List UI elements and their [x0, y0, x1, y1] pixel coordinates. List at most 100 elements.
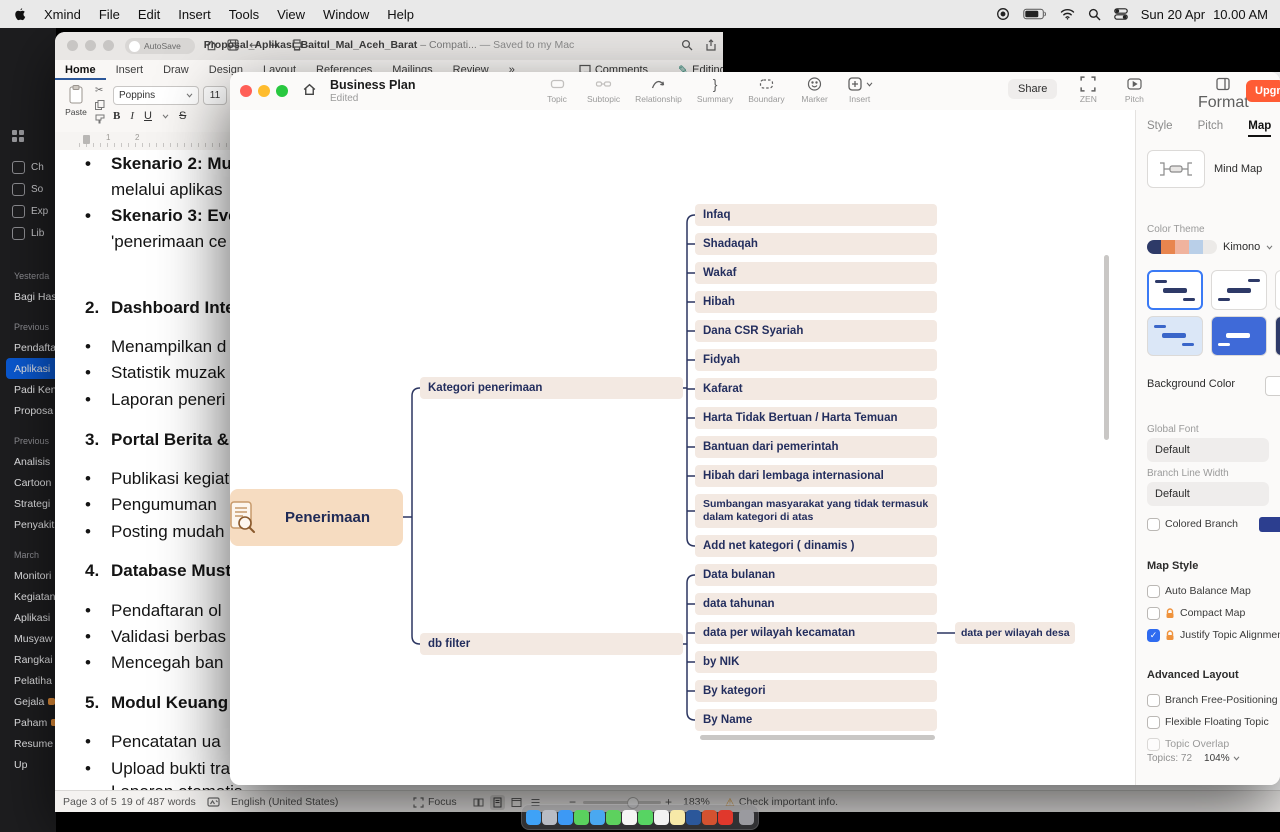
sidebar-nav-item[interactable]: Lib [0, 222, 56, 244]
theme-thumbnail[interactable] [1211, 316, 1267, 356]
home-icon[interactable] [302, 82, 317, 97]
menu-item[interactable]: View [277, 7, 305, 22]
ribbon-tab[interactable]: Home [55, 60, 106, 80]
theme-thumbnail[interactable] [1275, 316, 1280, 356]
language-indicator[interactable]: English (United States) [231, 791, 338, 812]
theme-thumbnail[interactable] [1147, 316, 1203, 356]
recent-file-item[interactable]: Resume [0, 733, 56, 754]
checkbox[interactable]: ✓ [1147, 694, 1160, 707]
dock-app-icon[interactable] [638, 810, 653, 825]
theme-thumbnail[interactable] [1147, 270, 1203, 310]
recent-file-item[interactable]: Cartoon [0, 472, 56, 493]
screen-record-indicator-icon[interactable] [996, 7, 1010, 21]
copy-icon[interactable] [95, 100, 105, 110]
battery-icon[interactable] [1023, 8, 1047, 20]
insert-tool[interactable]: Insert [845, 76, 875, 104]
recent-file-item[interactable]: Penyakit [0, 514, 56, 535]
child-topic[interactable]: By Name [695, 709, 937, 731]
panel-checkbox-row[interactable]: ✓ Compact Map [1147, 602, 1280, 624]
checkbox[interactable]: ✓ [1147, 518, 1160, 531]
recent-file-item[interactable]: Pelatiha [0, 670, 56, 691]
paste-button[interactable]: Paste [61, 85, 91, 127]
recent-file-item[interactable]: Aplikasi [0, 607, 56, 628]
dock-app-icon[interactable] [526, 810, 541, 825]
child-topic[interactable]: Sumbangan masyarakat yang tidak termasuk… [695, 494, 937, 528]
recent-file-item[interactable]: Gejala [0, 691, 56, 712]
bold-button[interactable]: B [113, 110, 120, 122]
zen-mode-button[interactable]: ZEN [1073, 76, 1103, 104]
summary-tool[interactable]: } Summary [697, 76, 733, 104]
dock-app-icon[interactable] [654, 810, 669, 825]
dock-app-icon[interactable] [718, 810, 733, 825]
mindmap-canvas[interactable]: Penerimaan Kategori penerimaan db filter… [230, 110, 1135, 785]
minimize-button[interactable] [258, 85, 270, 97]
dock-app-icon[interactable] [558, 810, 573, 825]
panel-checkbox-row[interactable]: ✓ Flexible Floating Topic [1147, 711, 1278, 733]
child-topic[interactable]: Hibah dari lembaga internasional [695, 465, 937, 487]
view-print-layout-icon[interactable] [490, 795, 505, 810]
dock-app-icon[interactable] [686, 810, 701, 825]
map-title-block[interactable]: Business Plan Edited [330, 78, 415, 104]
vertical-scrollbar[interactable] [1104, 255, 1109, 440]
share-doc-icon[interactable] [705, 39, 717, 51]
recent-file-item[interactable]: Proposa [0, 400, 56, 421]
background-color-row[interactable]: Background Color [1147, 378, 1280, 390]
checkbox[interactable]: ✓ [1147, 629, 1160, 642]
format-painter-icon[interactable] [95, 114, 105, 124]
page-indicator[interactable]: Page 3 of 5 [63, 791, 117, 812]
close-button[interactable] [240, 85, 252, 97]
child-topic[interactable]: By kategori [695, 680, 937, 702]
menu-item[interactable]: Insert [178, 7, 211, 22]
horizontal-scrollbar[interactable] [700, 735, 935, 740]
grandchild-topic[interactable]: data per wilayah desa [955, 622, 1075, 644]
ribbon-tab[interactable]: Draw [153, 60, 199, 80]
italic-button[interactable]: I [130, 110, 134, 122]
checkbox[interactable]: ✓ [1147, 607, 1160, 620]
checkbox[interactable]: ✓ [1147, 585, 1160, 598]
recent-file-item[interactable]: Bagi Has [0, 286, 56, 307]
recent-file-item[interactable]: Paham [0, 712, 56, 733]
boundary-tool[interactable]: Boundary [748, 76, 784, 104]
menu-item[interactable]: Tools [229, 7, 259, 22]
recent-file-item[interactable]: Strategi [0, 493, 56, 514]
dock-app-icon[interactable] [739, 810, 754, 825]
dock-app-icon[interactable] [622, 810, 637, 825]
colored-branch-row[interactable]: ✓ Colored Branch [1147, 513, 1280, 535]
root-topic[interactable]: Penerimaan [230, 489, 403, 546]
recent-file-item[interactable]: Padi Ken [0, 379, 56, 400]
recent-file-item[interactable]: Yesterda [0, 266, 56, 286]
recent-file-item[interactable]: Previous [0, 431, 56, 451]
sidebar-nav-item[interactable]: Ch [0, 156, 56, 178]
recent-file-item[interactable]: Aplikasi [6, 358, 56, 379]
word-count[interactable]: 19 of 487 words [121, 791, 196, 812]
ribbon-tab[interactable]: Insert [106, 60, 154, 80]
dock-app-icon[interactable] [606, 810, 621, 825]
panel-checkbox-row[interactable]: ✓ Auto Balance Map [1147, 580, 1280, 602]
background-color-swatch[interactable] [1265, 376, 1280, 396]
recent-file-item[interactable]: Rangkai [0, 649, 56, 670]
recent-file-item[interactable]: Monitori [0, 565, 56, 586]
grid-icon[interactable] [12, 130, 24, 142]
menu-item[interactable]: Xmind [44, 7, 81, 22]
child-topic[interactable]: by NIK [695, 651, 937, 673]
checkbox[interactable]: ✓ [1147, 738, 1160, 751]
panel-checkbox-row[interactable]: ✓ Justify Topic Alignment [1147, 624, 1280, 646]
child-topic[interactable]: Data bulanan [695, 564, 937, 586]
child-topic[interactable]: Dana CSR Syariah [695, 320, 937, 342]
zoom-button[interactable] [276, 85, 288, 97]
indent-marker[interactable] [83, 135, 90, 144]
chevron-down-icon[interactable] [162, 114, 169, 119]
marker-tool[interactable]: Marker [800, 76, 830, 104]
theme-thumbnail[interactable] [1275, 270, 1280, 310]
spellcheck-icon[interactable] [207, 791, 220, 812]
dock-app-icon[interactable] [590, 810, 605, 825]
dock-app-icon[interactable] [574, 810, 589, 825]
spotlight-search-icon[interactable] [1088, 8, 1101, 21]
recent-file-item[interactable]: Musyaw [0, 628, 56, 649]
child-topic[interactable]: Infaq [695, 204, 937, 226]
dock-app-icon[interactable] [670, 810, 685, 825]
recent-file-item[interactable]: Analisis [0, 451, 56, 472]
child-topic[interactable]: data tahunan [695, 593, 937, 615]
zoom-level-control[interactable]: 104% [1204, 753, 1240, 764]
recent-file-item[interactable]: Pendafta [0, 337, 56, 358]
